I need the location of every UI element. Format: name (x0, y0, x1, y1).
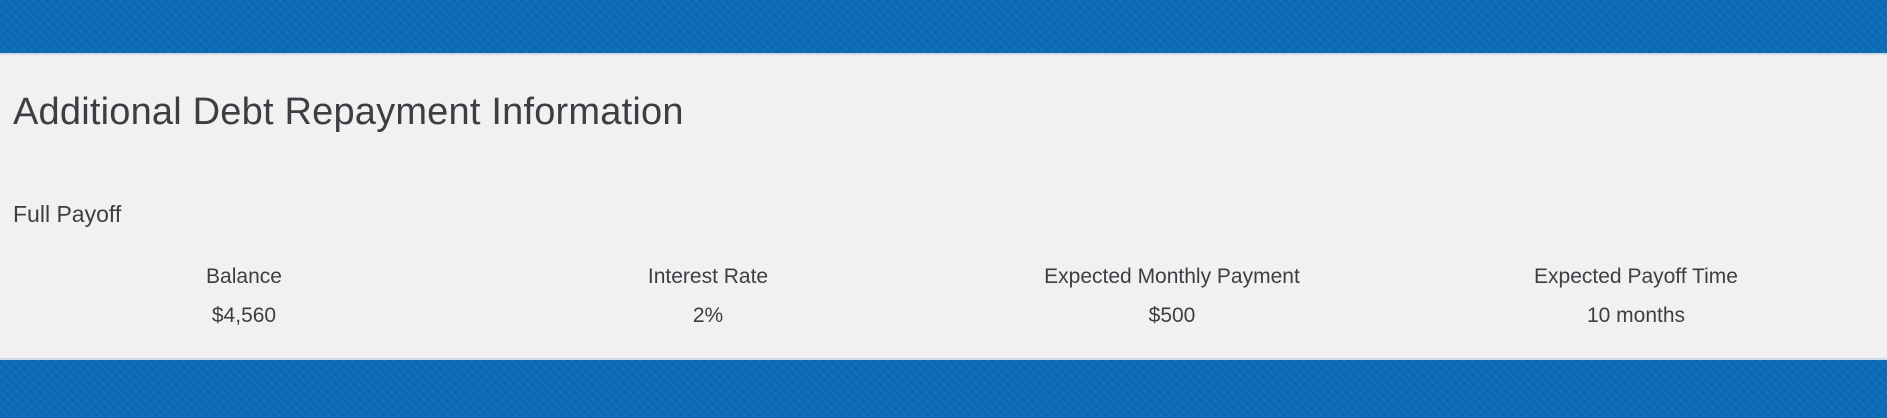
top-blue-band (0, 0, 1887, 53)
stat-value: 2% (692, 304, 724, 327)
stat-payoff-time: Expected Payoff Time 10 months (1404, 264, 1868, 329)
stat-monthly-payment: Expected Monthly Payment $500 (940, 264, 1404, 329)
stat-label: Expected Payoff Time (1534, 265, 1738, 288)
stat-value: $500 (1148, 304, 1196, 327)
stat-label: Balance (206, 265, 282, 288)
section-title: Additional Debt Repayment Information (13, 91, 684, 133)
stat-interest-rate: Interest Rate 2% (476, 264, 940, 329)
stat-balance: Balance $4,560 (12, 264, 476, 329)
payoff-stats: Balance $4,560 Interest Rate 2% Expected… (12, 264, 1868, 329)
stat-value: 10 months (1586, 304, 1686, 327)
stat-label: Expected Monthly Payment (1044, 265, 1300, 288)
bottom-blue-band (0, 360, 1887, 418)
stat-label: Interest Rate (647, 265, 769, 288)
debt-repayment-panel: Additional Debt Repayment Information Fu… (0, 53, 1887, 360)
section-subtitle: Full Payoff (13, 201, 122, 227)
stat-value: $4,560 (211, 304, 277, 327)
